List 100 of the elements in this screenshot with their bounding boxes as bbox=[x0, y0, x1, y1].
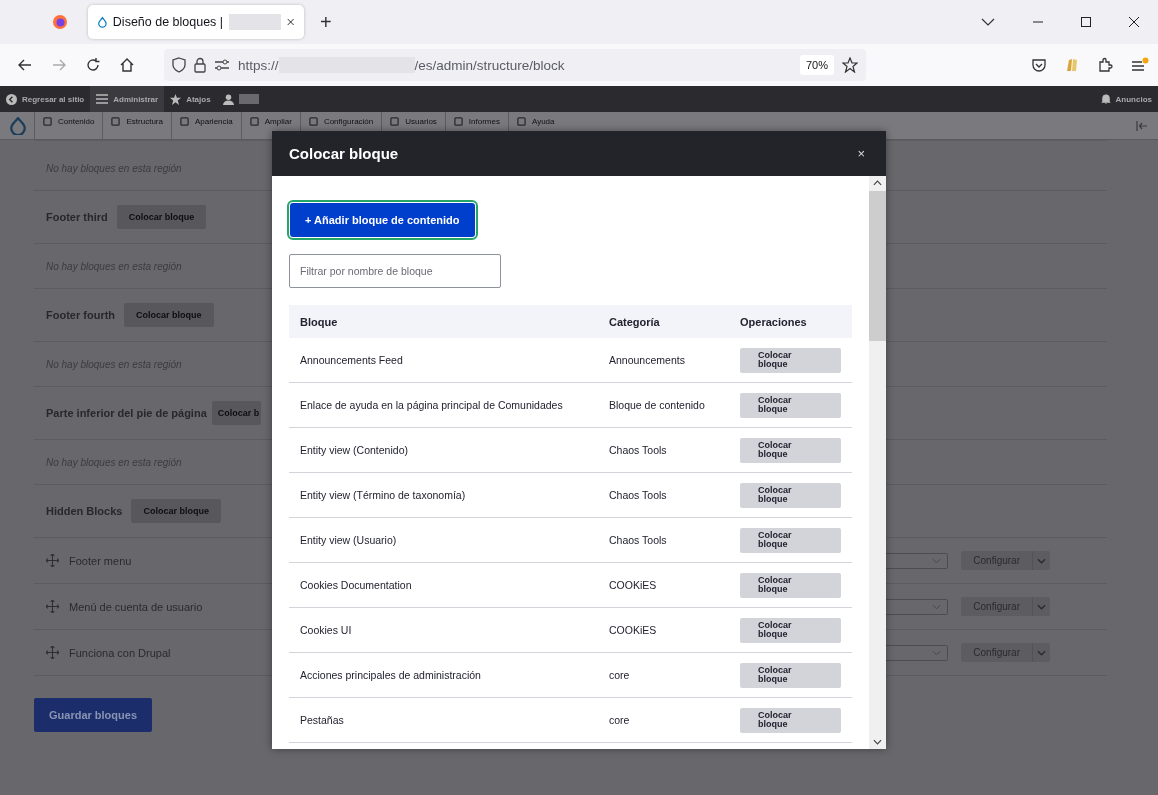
shield-icon bbox=[172, 57, 186, 73]
table-cell-text: Cookies Documentation bbox=[299, 578, 413, 593]
place-block-button[interactable]: Colocar bloque bbox=[740, 347, 841, 373]
add-block-button[interactable]: + Añadir bloque de contenido bbox=[290, 203, 475, 237]
star-icon[interactable] bbox=[842, 57, 858, 73]
table-cell-text: COOKiES bbox=[608, 578, 658, 593]
table-cell-text: core bbox=[608, 713, 631, 728]
place-block-button[interactable]: Colocar bloque bbox=[740, 662, 841, 688]
menu-item-icon bbox=[249, 117, 259, 126]
table-cell-text: Entity view (Término de taxonomía) bbox=[299, 488, 467, 503]
block-title: Funciona con Drupal bbox=[69, 646, 171, 659]
reload-icon[interactable] bbox=[85, 57, 101, 73]
dropdown-toggle[interactable] bbox=[1032, 551, 1050, 570]
close-button[interactable]: × bbox=[853, 146, 869, 161]
toolbar-item[interactable]: Anuncios bbox=[1094, 86, 1158, 112]
sliders-icon bbox=[214, 59, 230, 71]
menu-item-icon bbox=[111, 117, 121, 126]
save-button[interactable]: Guardar bloques bbox=[34, 698, 153, 732]
new-tab-button[interactable]: + bbox=[314, 10, 338, 34]
collapse-icon[interactable] bbox=[1136, 121, 1148, 131]
place-block-button[interactable]: Colocar bloque bbox=[740, 707, 841, 733]
table-cell-text: Entity view (Usuario) bbox=[299, 533, 398, 548]
chevron-down-icon bbox=[1037, 557, 1046, 564]
maximize-icon[interactable] bbox=[1081, 17, 1091, 27]
scrollbar[interactable] bbox=[869, 176, 886, 749]
drag-handle-icon[interactable] bbox=[46, 600, 59, 613]
pocket-icon[interactable] bbox=[1031, 57, 1047, 73]
place-block-button[interactable]: Colocar bloque bbox=[740, 572, 841, 598]
drag-handle-icon[interactable] bbox=[46, 554, 59, 567]
browser-tab[interactable]: Diseño de bloques | bbox=[88, 5, 304, 39]
table-cell-text: core bbox=[608, 668, 631, 683]
table-cell-text: COOKiES bbox=[608, 623, 658, 638]
home-icon[interactable] bbox=[119, 57, 135, 73]
dropdown-toggle[interactable] bbox=[1032, 597, 1050, 616]
menu-item-icon bbox=[43, 117, 52, 126]
toolbar-item[interactable]: Regresar al sitio bbox=[0, 86, 91, 112]
browser-logo-icon[interactable] bbox=[52, 14, 68, 30]
region-title: Hidden Blocks bbox=[46, 505, 123, 517]
region-title: Parte inferior del pie de página bbox=[46, 407, 207, 419]
admin-menu-item[interactable]: Apariencia bbox=[170, 112, 241, 139]
toolbar-item[interactable]: Administrar bbox=[90, 86, 165, 112]
table-cell-text: Pestañas bbox=[299, 713, 345, 728]
url-text: https:// bbox=[238, 57, 279, 73]
menu-item-icon bbox=[179, 117, 189, 126]
chevron-down-icon bbox=[932, 649, 942, 656]
menu-item-icon bbox=[390, 117, 400, 126]
admin-menu-item[interactable]: Estructura bbox=[102, 112, 171, 139]
column-header: Categoría bbox=[608, 314, 661, 330]
menu-icon[interactable] bbox=[1131, 57, 1149, 73]
column-header: Operaciones bbox=[739, 314, 808, 330]
puzzle-icon[interactable] bbox=[1097, 57, 1113, 73]
column-header: Bloque bbox=[299, 314, 339, 330]
table-cell-text: Cookies UI bbox=[299, 623, 353, 638]
tab-title: Diseño de bloques | bbox=[112, 15, 224, 29]
place-block-button[interactable]: Colocar bloque bbox=[740, 617, 841, 643]
star-icon bbox=[170, 93, 182, 105]
drop-icon bbox=[98, 15, 107, 29]
table-cell-text: Entity view (Contenido) bbox=[299, 443, 409, 458]
dropdown-toggle[interactable] bbox=[1032, 643, 1050, 662]
place-block-button[interactable]: Colocar bloque bbox=[740, 392, 841, 418]
bell-icon bbox=[1100, 94, 1111, 104]
place-block-button[interactable]: Colocar bloque bbox=[740, 527, 841, 553]
chevron-down-icon bbox=[873, 739, 882, 745]
menu-item-icon bbox=[453, 117, 463, 126]
lock-icon bbox=[194, 57, 206, 73]
table-cell-text: Chaos Tools bbox=[608, 488, 668, 503]
menu-item-icon bbox=[516, 117, 526, 126]
back-arrow-icon[interactable] bbox=[17, 57, 33, 73]
table-cell-text: Bloque de contenido bbox=[608, 398, 706, 413]
region-title: Footer third bbox=[46, 211, 108, 223]
url-text: /es/admin/structure/block bbox=[414, 57, 565, 73]
scrollbar-thumb[interactable] bbox=[869, 191, 886, 341]
drop-icon[interactable] bbox=[10, 117, 26, 135]
region-title: Footer fourth bbox=[46, 309, 116, 321]
user-icon bbox=[222, 93, 234, 105]
drag-handle-icon[interactable] bbox=[46, 646, 59, 659]
place-block-button[interactable]: Colocar bloque bbox=[740, 437, 841, 463]
admin-menu-item[interactable]: Contenido bbox=[34, 112, 103, 139]
chevron-down-icon bbox=[932, 557, 942, 564]
table-cell-text: Acciones principales de administración bbox=[299, 668, 482, 683]
table-cell-text: Enlace de ayuda en la página principal de Comunidades bbox=[299, 398, 564, 413]
address-bar[interactable]: https:// /es/admin/structure/block 70% bbox=[164, 49, 866, 81]
chevron-up-icon bbox=[873, 180, 882, 186]
chevron-down-icon bbox=[932, 603, 942, 610]
chevron-down-icon[interactable] bbox=[981, 18, 995, 26]
menu-item-icon bbox=[308, 117, 318, 126]
chevron-down-icon bbox=[1037, 603, 1046, 610]
blurred-block bbox=[238, 94, 259, 104]
dialog-title: Colocar bloque bbox=[289, 145, 399, 162]
filter-field[interactable]: Filtrar por nombre de bloque bbox=[289, 254, 501, 288]
back-circle-icon bbox=[6, 93, 17, 105]
blurred-block bbox=[229, 14, 281, 30]
chevron-down-icon bbox=[1037, 649, 1046, 656]
zoom-badge[interactable]: 70% bbox=[799, 55, 834, 75]
close-icon[interactable] bbox=[1129, 17, 1139, 27]
toolbar-item[interactable]: Atajos bbox=[164, 86, 217, 112]
place-block-button[interactable]: Colocar bloque bbox=[740, 482, 841, 508]
table-cell-text: Announcements bbox=[608, 353, 686, 368]
table-cell-text: Chaos Tools bbox=[608, 443, 668, 458]
menu-icon bbox=[96, 94, 109, 104]
